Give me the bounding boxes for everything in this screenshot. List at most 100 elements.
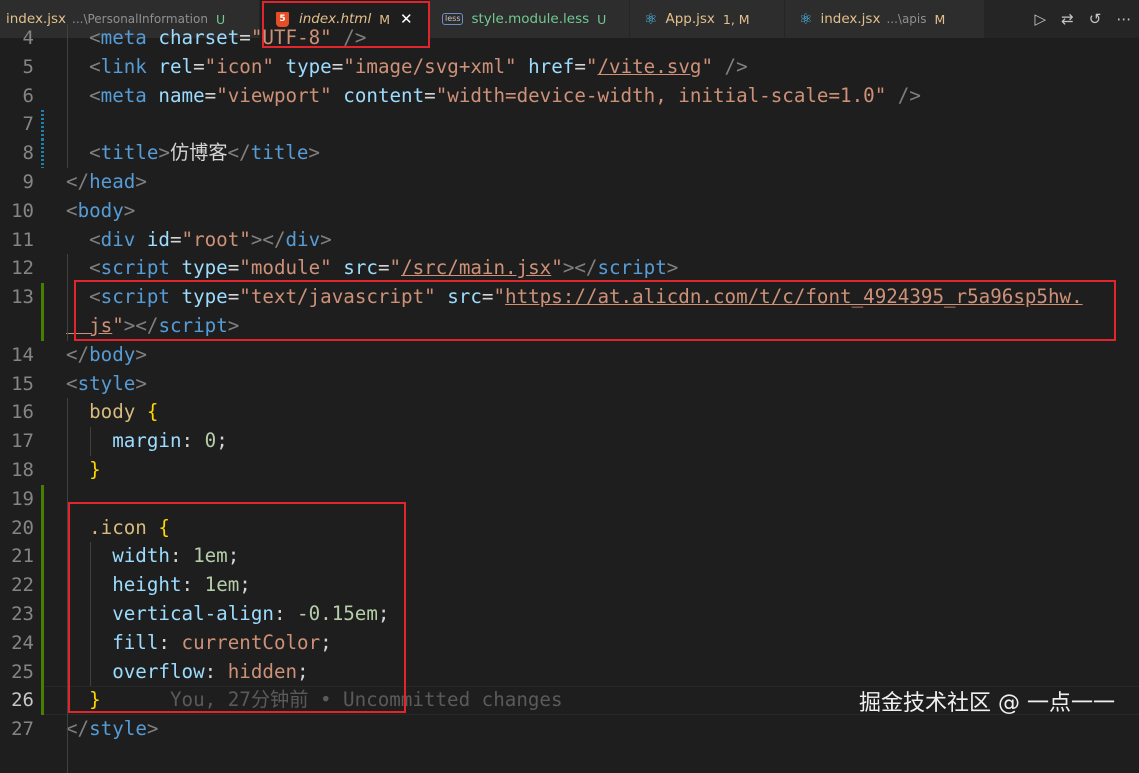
code-token: charset xyxy=(146,26,240,49)
code-line[interactable]: 8 <title>仿博客</title> xyxy=(0,139,1139,168)
code-token: < xyxy=(66,227,101,251)
code-token: script xyxy=(100,256,170,280)
code-token: > xyxy=(666,256,679,280)
line-number: 4 xyxy=(22,27,34,49)
code-token: style xyxy=(89,717,147,741)
line-number: 18 xyxy=(11,459,34,481)
code-token: head xyxy=(89,170,136,193)
code-token: body xyxy=(66,400,136,424)
code-line[interactable]: 14 </body> xyxy=(0,341,1139,370)
code-line[interactable]: 16 body { xyxy=(0,398,1139,427)
line-number: 19 xyxy=(11,487,34,510)
code-token: </ xyxy=(66,342,90,366)
code-text: <body> xyxy=(66,197,135,226)
code-token: < xyxy=(66,198,78,222)
code-token: </ xyxy=(66,717,90,741)
indent-guide xyxy=(90,427,91,456)
code-token: < xyxy=(66,54,101,78)
line-number: 13 xyxy=(11,286,34,309)
code-token: " xyxy=(551,256,563,280)
code-token: = xyxy=(239,26,251,49)
git-added-marker xyxy=(41,571,44,600)
code-token: } xyxy=(66,458,101,481)
code-token: content xyxy=(331,83,425,107)
line-number: 11 xyxy=(11,228,34,251)
code-text: <div id="root"></div> xyxy=(66,226,332,255)
code-token: " xyxy=(701,54,713,78)
code-token: ></ xyxy=(562,256,598,280)
code-line[interactable]: 9 </head> xyxy=(0,168,1139,197)
code-token: = xyxy=(169,227,182,251)
git-added-marker xyxy=(41,283,44,312)
highlight-script-tag xyxy=(74,280,1116,341)
line-number: 17 xyxy=(11,430,34,453)
line-number: 26 xyxy=(11,689,34,712)
code-line[interactable]: 7 xyxy=(0,110,1139,140)
code-line[interactable]: 17 margin: 0; xyxy=(0,427,1139,456)
code-token: = xyxy=(193,54,205,78)
git-modified-marker xyxy=(41,110,44,140)
code-line[interactable]: 10 <body> xyxy=(0,197,1139,226)
code-text: <title>仿博客</title> xyxy=(66,139,320,168)
watermark-text: 掘金技术社区 @ 一点一一 xyxy=(859,691,1115,716)
code-token: < xyxy=(66,83,101,107)
code-token: style xyxy=(77,371,136,395)
code-token: meta xyxy=(100,26,147,49)
line-number: 8 xyxy=(22,142,34,165)
code-token: < xyxy=(66,371,78,395)
line-number: 10 xyxy=(11,199,34,222)
code-token: "UTF-8" xyxy=(250,26,332,49)
git-added-marker xyxy=(41,542,44,572)
line-number: 9 xyxy=(22,171,34,193)
code-token: "module" xyxy=(239,256,332,280)
code-line[interactable]: 18 } xyxy=(0,456,1139,485)
code-token: /vite.svg xyxy=(597,54,702,78)
code-token: "image/svg+xml" xyxy=(343,54,517,78)
git-added-marker xyxy=(41,600,44,629)
indent-guide xyxy=(67,24,68,168)
code-token: ></ xyxy=(250,227,286,251)
line-number: 22 xyxy=(11,574,34,597)
line-number: 14 xyxy=(11,343,34,366)
code-token: = xyxy=(424,83,436,107)
git-modified-marker xyxy=(41,139,44,168)
code-text: } xyxy=(66,456,101,485)
line-number: 15 xyxy=(11,372,34,395)
code-token: "viewport" xyxy=(216,83,332,107)
code-line[interactable]: 6 <meta name="viewport" content="width=d… xyxy=(0,82,1139,111)
code-token: " xyxy=(389,256,402,280)
code-token: = xyxy=(227,256,240,280)
code-token: "width=device-width, initial-scale=1.0" xyxy=(435,83,887,107)
code-token: : xyxy=(181,429,205,453)
highlight-icon-style xyxy=(68,502,406,713)
code-token: > xyxy=(146,717,159,741)
code-token: 0 xyxy=(204,429,217,453)
code-line[interactable]: 27 </style> xyxy=(0,715,1139,744)
code-token: { xyxy=(135,400,159,424)
line-number: 12 xyxy=(11,257,34,280)
code-token: < xyxy=(66,256,101,280)
code-line[interactable]: 11 <div id="root"></div> xyxy=(0,226,1139,255)
code-token: script xyxy=(597,256,667,280)
code-token: = xyxy=(574,54,586,78)
code-token: title xyxy=(250,141,309,165)
code-token: ; xyxy=(216,429,228,453)
code-token: div xyxy=(100,227,136,251)
git-added-marker xyxy=(41,686,44,716)
code-line[interactable]: 12 <script type="module" src="/src/main.… xyxy=(0,254,1139,283)
code-token: < xyxy=(66,26,101,49)
code-token: = xyxy=(331,54,344,78)
code-token: > xyxy=(158,141,170,165)
code-line[interactable]: 15 <style> xyxy=(0,370,1139,399)
code-token: < xyxy=(66,141,101,165)
code-token: /> xyxy=(331,26,367,49)
git-added-marker xyxy=(41,312,44,341)
code-token: title xyxy=(100,141,159,165)
code-token: link xyxy=(100,54,147,78)
line-number: 24 xyxy=(11,631,34,654)
line-number: 16 xyxy=(11,401,34,424)
code-line[interactable]: 4 <meta charset="UTF-8" /> xyxy=(0,24,1139,53)
code-line[interactable]: 5 <link rel="icon" type="image/svg+xml" … xyxy=(0,53,1139,82)
code-token: > xyxy=(135,170,147,193)
code-token: " xyxy=(585,54,598,78)
